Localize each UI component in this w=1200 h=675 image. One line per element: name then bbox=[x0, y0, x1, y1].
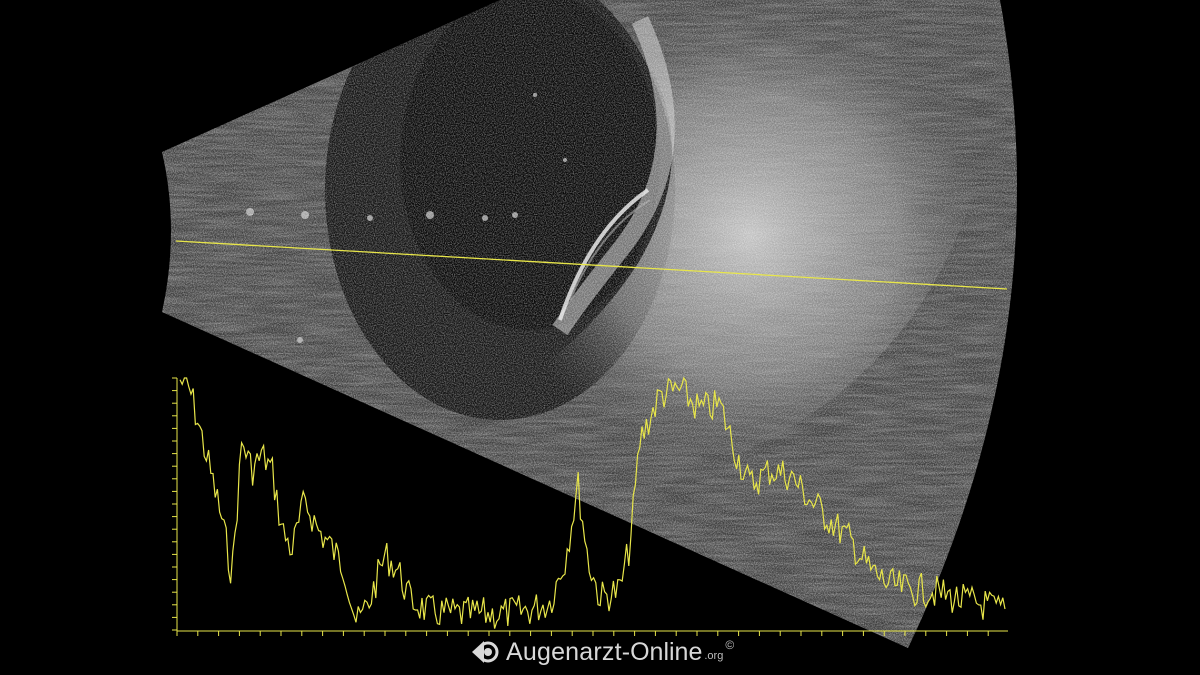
watermark-brand-2: Online bbox=[630, 637, 703, 666]
b-scan-fan bbox=[162, 0, 1017, 648]
watermark: Augenarzt - Online .org © bbox=[470, 636, 734, 668]
ultrasound-view bbox=[162, 0, 1017, 648]
watermark-copyright: © bbox=[725, 638, 735, 652]
watermark-tld: .org bbox=[704, 650, 724, 662]
eye-logo-icon bbox=[472, 641, 499, 663]
watermark-dash: - bbox=[621, 637, 631, 666]
watermark-brand: Augenarzt bbox=[506, 637, 622, 666]
